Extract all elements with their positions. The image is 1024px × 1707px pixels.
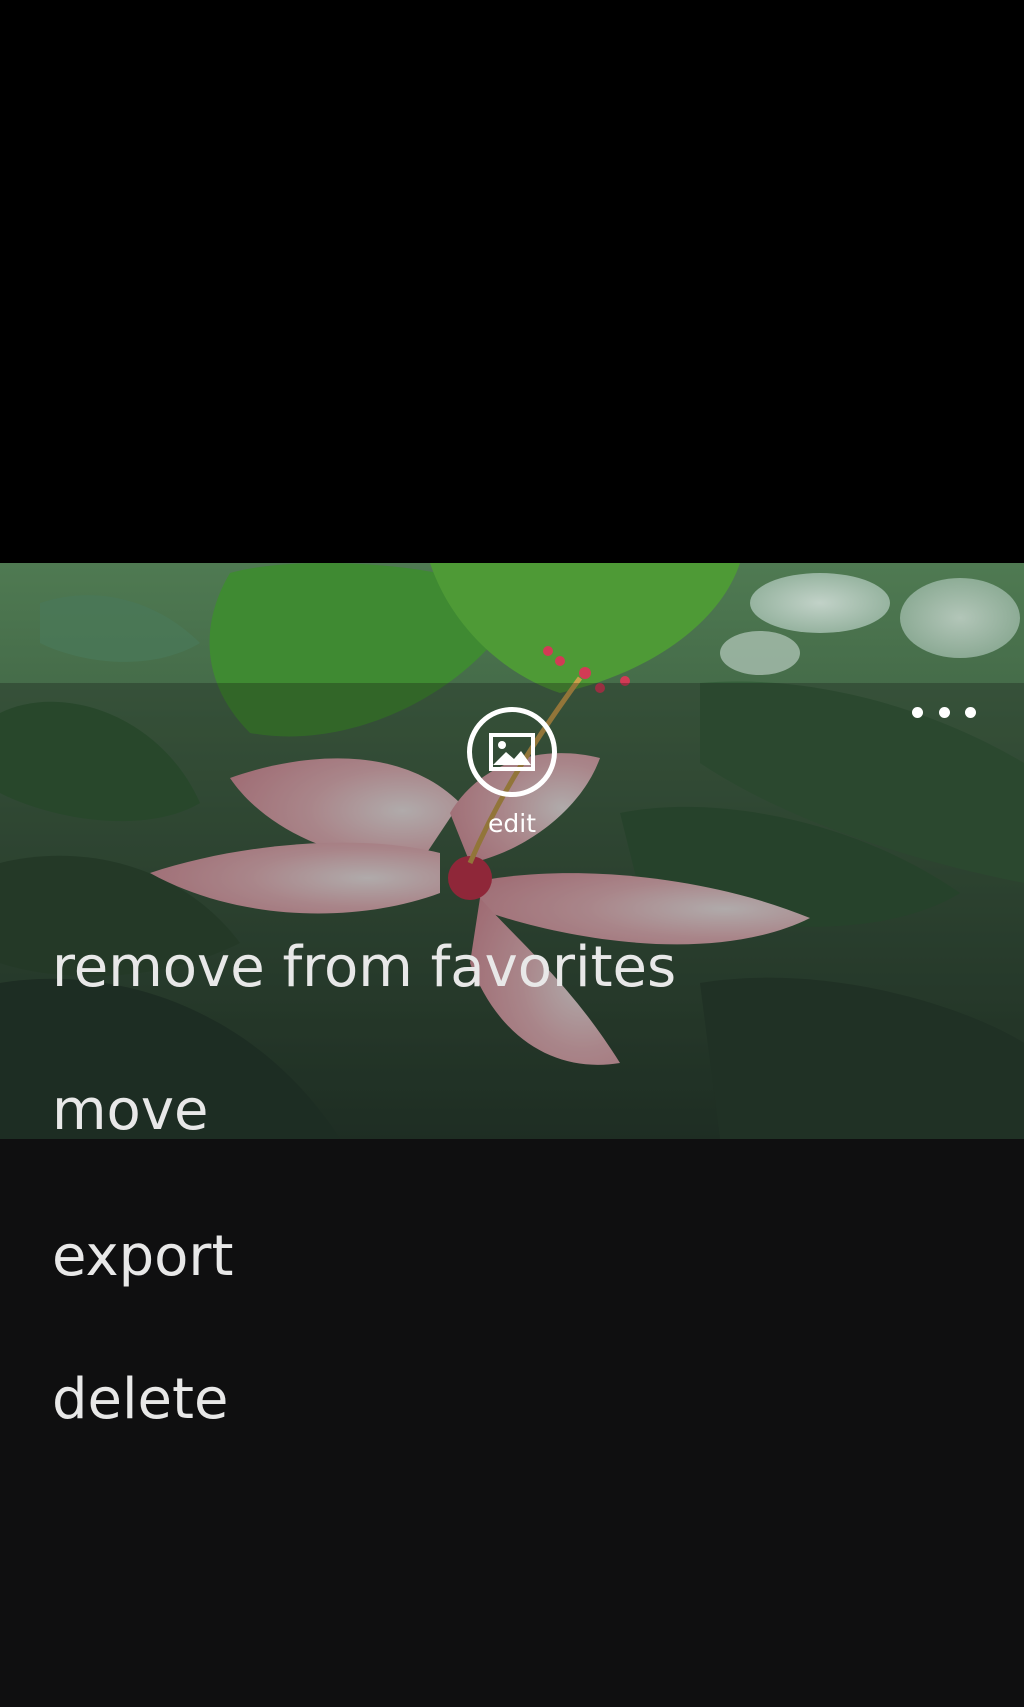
ellipsis-icon [938,706,950,718]
menu-item-export[interactable]: export [52,1222,233,1292]
menu-item-delete[interactable]: delete [52,1365,228,1435]
more-options-button[interactable] [912,700,976,724]
menu-item-move[interactable]: move [52,1076,208,1146]
edit-circle [467,707,557,797]
letterbox-top [0,0,1024,563]
picture-edit-icon [489,733,535,771]
ellipsis-icon [965,706,976,718]
edit-label: edit [488,809,536,838]
ellipsis-icon [912,706,923,718]
menu-item-remove-from-favorites[interactable]: remove from favorites [52,933,676,1003]
edit-button[interactable]: edit [462,707,562,867]
